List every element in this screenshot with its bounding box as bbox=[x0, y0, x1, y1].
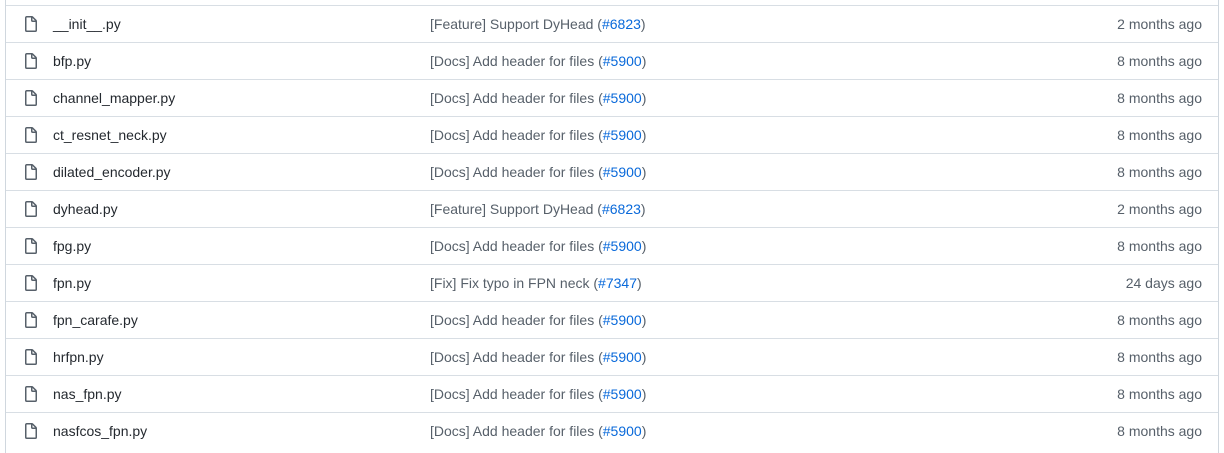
pull-request-link[interactable]: #5900 bbox=[603, 53, 642, 69]
commit-age: 8 months ago bbox=[1117, 53, 1202, 69]
commit-age: 24 days ago bbox=[1125, 275, 1202, 291]
commit-message-suffix: ) bbox=[641, 386, 647, 402]
file-icon bbox=[23, 238, 39, 254]
pull-request-link[interactable]: #5900 bbox=[603, 90, 642, 106]
file-icon bbox=[23, 423, 39, 439]
file-row[interactable]: nas_fpn.py [Docs] Add header for files (… bbox=[6, 375, 1218, 412]
commit-message: [Docs] Add header for files (#5900) bbox=[430, 53, 646, 69]
file-name-link[interactable]: channel_mapper.py bbox=[53, 90, 175, 106]
commit-message-link[interactable]: [Docs] Add header for files ( bbox=[430, 386, 603, 402]
commit-age: 8 months ago bbox=[1117, 386, 1202, 402]
file-icon bbox=[23, 90, 39, 106]
commit-message: [Docs] Add header for files (#5900) bbox=[430, 423, 646, 439]
pull-request-link[interactable]: #7347 bbox=[598, 275, 637, 291]
pull-request-link[interactable]: #5900 bbox=[603, 164, 642, 180]
pull-request-link[interactable]: #5900 bbox=[603, 349, 642, 365]
commit-message-suffix: ) bbox=[641, 312, 647, 328]
commit-message-link[interactable]: [Docs] Add header for files ( bbox=[430, 164, 603, 180]
file-icon bbox=[23, 201, 39, 217]
file-name-link[interactable]: bfp.py bbox=[53, 53, 91, 69]
file-row[interactable]: dyhead.py [Feature] Support DyHead (#682… bbox=[6, 190, 1218, 227]
commit-message: [Feature] Support DyHead (#6823) bbox=[430, 201, 646, 217]
pull-request-link[interactable]: #5900 bbox=[603, 127, 642, 143]
commit-message: [Fix] Fix typo in FPN neck (#7347) bbox=[430, 275, 642, 291]
commit-age: 8 months ago bbox=[1117, 312, 1202, 328]
commit-message-suffix: ) bbox=[641, 90, 647, 106]
file-name-link[interactable]: fpg.py bbox=[53, 238, 91, 254]
file-row[interactable]: fpn.py [Fix] Fix typo in FPN neck (#7347… bbox=[6, 264, 1218, 301]
pull-request-link[interactable]: #5900 bbox=[603, 423, 642, 439]
commit-age: 2 months ago bbox=[1117, 201, 1202, 217]
commit-message-link[interactable]: [Fix] Fix typo in FPN neck ( bbox=[430, 275, 598, 291]
commit-message-suffix: ) bbox=[636, 275, 642, 291]
file-icon bbox=[23, 164, 39, 180]
file-icon bbox=[23, 349, 39, 365]
file-icon bbox=[23, 53, 39, 69]
commit-message-suffix: ) bbox=[641, 53, 647, 69]
file-row[interactable]: dilated_encoder.py [Docs] Add header for… bbox=[6, 153, 1218, 190]
commit-message-link[interactable]: [Docs] Add header for files ( bbox=[430, 349, 603, 365]
commit-message-link[interactable]: [Docs] Add header for files ( bbox=[430, 238, 603, 254]
commit-message-suffix: ) bbox=[641, 349, 647, 365]
commit-age: 8 months ago bbox=[1117, 349, 1202, 365]
commit-message-suffix: ) bbox=[641, 164, 647, 180]
commit-message-suffix: ) bbox=[641, 423, 647, 439]
commit-age: 8 months ago bbox=[1117, 127, 1202, 143]
pull-request-link[interactable]: #5900 bbox=[603, 238, 642, 254]
commit-message: [Docs] Add header for files (#5900) bbox=[430, 164, 646, 180]
commit-message-link[interactable]: [Docs] Add header for files ( bbox=[430, 53, 603, 69]
pull-request-link[interactable]: #6823 bbox=[602, 16, 641, 32]
file-name-link[interactable]: hrfpn.py bbox=[53, 349, 104, 365]
file-name-link[interactable]: fpn.py bbox=[53, 275, 91, 291]
file-icon bbox=[23, 16, 39, 32]
file-row[interactable]: channel_mapper.py [Docs] Add header for … bbox=[6, 79, 1218, 116]
file-row[interactable]: fpn_carafe.py [Docs] Add header for file… bbox=[6, 301, 1218, 338]
file-row[interactable]: bfp.py [Docs] Add header for files (#590… bbox=[6, 42, 1218, 79]
file-name-link[interactable]: __init__.py bbox=[53, 16, 121, 32]
commit-age: 8 months ago bbox=[1117, 164, 1202, 180]
file-icon bbox=[23, 312, 39, 328]
pull-request-link[interactable]: #5900 bbox=[603, 312, 642, 328]
file-name-link[interactable]: dilated_encoder.py bbox=[53, 164, 171, 180]
file-name-link[interactable]: nasfcos_fpn.py bbox=[53, 423, 147, 439]
file-row[interactable]: hrfpn.py [Docs] Add header for files (#5… bbox=[6, 338, 1218, 375]
commit-age: 2 months ago bbox=[1117, 16, 1202, 32]
file-name-link[interactable]: ct_resnet_neck.py bbox=[53, 127, 167, 143]
commit-message-link[interactable]: [Docs] Add header for files ( bbox=[430, 90, 603, 106]
commit-message-link[interactable]: [Docs] Add header for files ( bbox=[430, 127, 603, 143]
file-list: __init__.py [Feature] Support DyHead (#6… bbox=[5, 0, 1219, 453]
file-icon bbox=[23, 386, 39, 402]
commit-age: 8 months ago bbox=[1117, 238, 1202, 254]
commit-message: [Docs] Add header for files (#5900) bbox=[430, 349, 646, 365]
commit-message: [Docs] Add header for files (#5900) bbox=[430, 127, 646, 143]
commit-message-suffix: ) bbox=[640, 16, 646, 32]
commit-message: [Docs] Add header for files (#5900) bbox=[430, 90, 646, 106]
commit-message-link[interactable]: [Docs] Add header for files ( bbox=[430, 423, 603, 439]
file-row[interactable]: __init__.py [Feature] Support DyHead (#6… bbox=[6, 5, 1218, 42]
file-row[interactable]: ct_resnet_neck.py [Docs] Add header for … bbox=[6, 116, 1218, 153]
commit-age: 8 months ago bbox=[1117, 423, 1202, 439]
file-name-link[interactable]: nas_fpn.py bbox=[53, 386, 122, 402]
commit-message-suffix: ) bbox=[640, 201, 646, 217]
commit-message: [Docs] Add header for files (#5900) bbox=[430, 386, 646, 402]
file-icon bbox=[23, 127, 39, 143]
commit-message: [Feature] Support DyHead (#6823) bbox=[430, 16, 646, 32]
file-row[interactable]: fpg.py [Docs] Add header for files (#590… bbox=[6, 227, 1218, 264]
commit-age: 8 months ago bbox=[1117, 90, 1202, 106]
file-icon bbox=[23, 275, 39, 291]
file-name-link[interactable]: dyhead.py bbox=[53, 201, 118, 217]
commit-message-suffix: ) bbox=[641, 127, 647, 143]
commit-message: [Docs] Add header for files (#5900) bbox=[430, 238, 646, 254]
commit-message-link[interactable]: [Docs] Add header for files ( bbox=[430, 312, 603, 328]
pull-request-link[interactable]: #6823 bbox=[602, 201, 641, 217]
pull-request-link[interactable]: #5900 bbox=[603, 386, 642, 402]
commit-message-link[interactable]: [Feature] Support DyHead ( bbox=[430, 16, 602, 32]
commit-message-suffix: ) bbox=[641, 238, 647, 254]
file-row[interactable]: nasfcos_fpn.py [Docs] Add header for fil… bbox=[6, 412, 1218, 449]
commit-message: [Docs] Add header for files (#5900) bbox=[430, 312, 646, 328]
file-name-link[interactable]: fpn_carafe.py bbox=[53, 312, 138, 328]
commit-message-link[interactable]: [Feature] Support DyHead ( bbox=[430, 201, 602, 217]
